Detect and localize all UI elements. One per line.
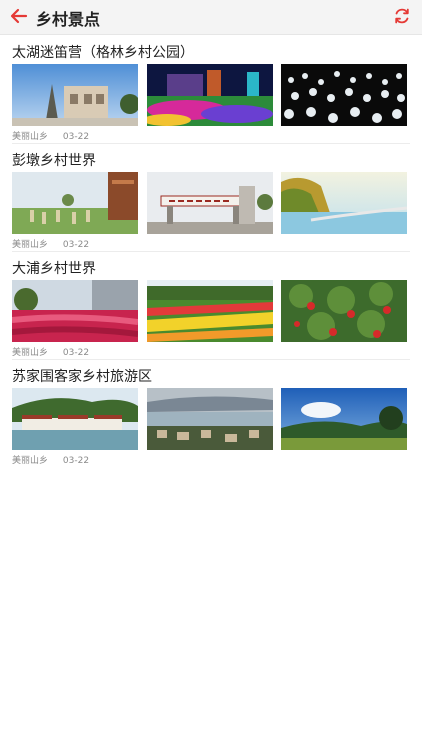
spot-thumbnails [12, 388, 410, 450]
spot-photo-light-roses[interactable] [281, 64, 407, 126]
spot-photo-meadow[interactable] [12, 172, 138, 234]
spot-thumbnails [12, 64, 410, 126]
spot-date: 03-22 [62, 240, 90, 250]
spot-thumbnails [12, 172, 410, 234]
spot-meta: 美丽山乡 03-22 [12, 453, 101, 466]
spot-source: 美丽山乡 [12, 240, 49, 250]
spot-photo-river-town[interactable] [147, 388, 273, 450]
spot-date: 03-22 [62, 132, 90, 142]
spot-thumbnails [12, 280, 410, 342]
spot-source: 美丽山乡 [12, 456, 49, 466]
spot-photo-tulip-field[interactable] [12, 280, 138, 342]
spot-photo-night-lights[interactable] [147, 64, 273, 126]
spot-photo-strawberries[interactable] [281, 280, 407, 342]
spot-card[interactable]: 彭墩乡村世界 美丽山乡 03-22 [0, 144, 422, 252]
app-header: 乡村景点 [0, 0, 422, 35]
spot-photo-lake-trees[interactable] [281, 172, 407, 234]
spot-date: 03-22 [62, 348, 90, 358]
spot-photo-flower-beds[interactable] [147, 280, 273, 342]
page-title: 乡村景点 [36, 10, 101, 29]
spot-title: 苏家围客家乡村旅游区 [12, 369, 152, 385]
spot-meta: 美丽山乡 03-22 [12, 129, 101, 142]
spot-photo-hakka-village[interactable] [12, 388, 138, 450]
spot-meta: 美丽山乡 03-22 [12, 237, 101, 250]
spot-source: 美丽山乡 [12, 348, 49, 358]
spot-card[interactable]: 苏家围客家乡村旅游区 美丽山乡 03-22 [0, 360, 422, 468]
spot-photo-gate[interactable] [147, 172, 273, 234]
spot-source: 美丽山乡 [12, 132, 49, 142]
spot-card[interactable]: 大浦乡村世界 美丽山乡 03-22 [0, 252, 422, 360]
spot-card[interactable]: 太湖迷笛营（格林乡村公园） 美丽山乡 03-22 [0, 36, 422, 144]
spot-photo-building[interactable] [12, 64, 138, 126]
refresh-icon[interactable] [392, 6, 412, 26]
spot-meta: 美丽山乡 03-22 [12, 345, 101, 358]
spot-list: 太湖迷笛营（格林乡村公园） 美丽山乡 03-22 彭墩乡村世界 美丽山乡 03-… [0, 36, 422, 468]
back-arrow-icon[interactable] [8, 5, 30, 27]
spot-date: 03-22 [62, 456, 90, 466]
spot-title: 太湖迷笛营（格林乡村公园） [12, 45, 194, 61]
spot-photo-blue-sky-hills[interactable] [281, 388, 407, 450]
spot-title: 彭墩乡村世界 [12, 153, 96, 169]
spot-title: 大浦乡村世界 [12, 261, 96, 277]
